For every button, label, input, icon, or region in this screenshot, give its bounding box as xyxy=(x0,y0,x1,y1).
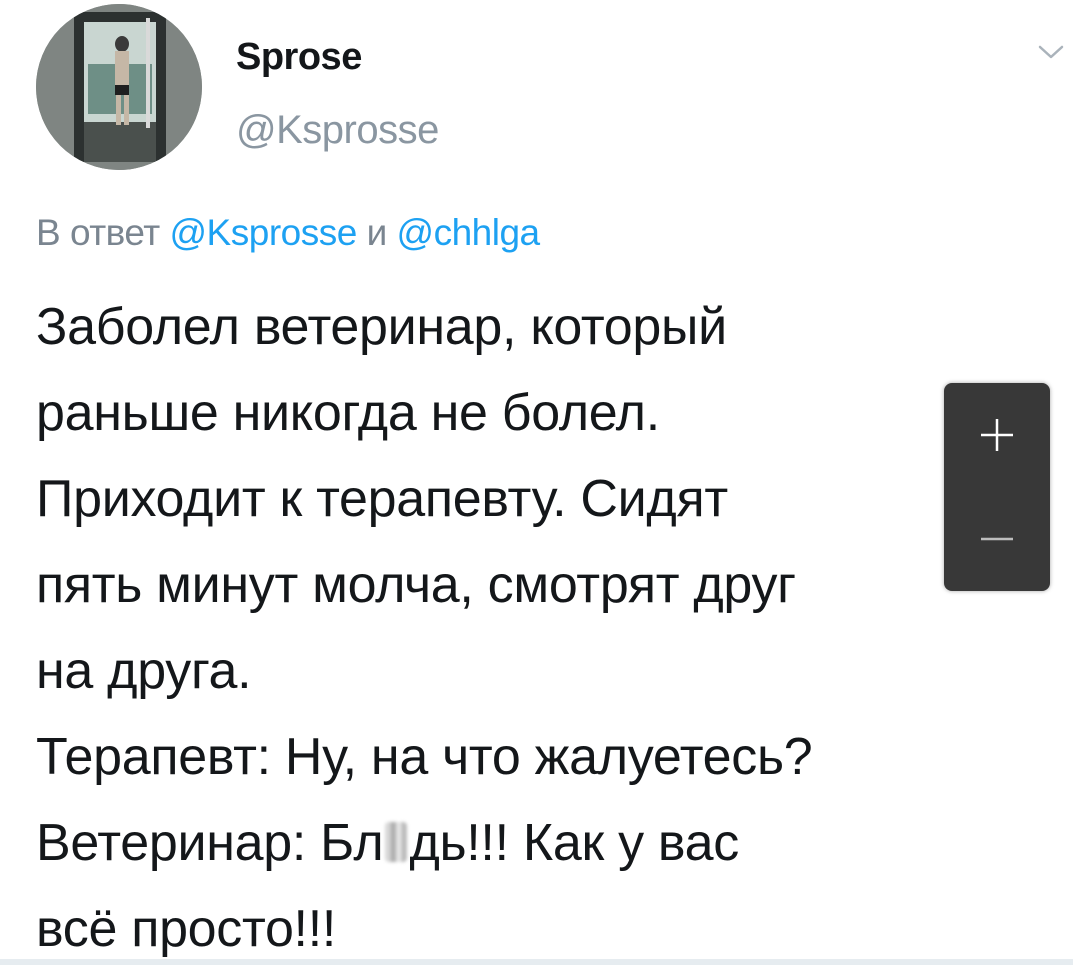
avatar-image xyxy=(36,4,202,170)
plus-icon xyxy=(981,419,1013,451)
reply-conjunction: и xyxy=(366,212,388,253)
avatar[interactable] xyxy=(36,4,202,170)
tweet-text-after-censor: дь!!! Как у вас xyxy=(409,814,739,872)
reply-mention-ksprosse[interactable]: @Ksprosse xyxy=(170,212,358,253)
divider xyxy=(0,959,1073,965)
reply-context: В ответ @Ksprosse и @chhlga xyxy=(36,212,540,254)
tweet-text-before-censor: Ветеринар: Бл xyxy=(36,814,384,872)
zoom-out-button[interactable] xyxy=(944,487,1050,591)
reply-prefix: В ответ xyxy=(36,212,160,253)
tweet-line: на друга. xyxy=(36,642,252,700)
reply-mention-chhlga[interactable]: @chhlga xyxy=(397,212,541,253)
tweet-line: пять минут молча, смотрят друг xyxy=(36,556,796,614)
minus-icon xyxy=(981,537,1013,541)
zoom-controls xyxy=(944,383,1050,591)
tweet-text: Заболел ветеринар, который раньше никогд… xyxy=(36,284,1066,972)
tweet-line: Заболел ветеринар, который xyxy=(36,298,727,356)
author-display-name[interactable]: Sprose xyxy=(236,36,362,79)
censor-blur xyxy=(385,822,408,862)
tweet-line: Приходит к терапевту. Сидят xyxy=(36,470,728,528)
chevron-down-icon[interactable] xyxy=(1036,40,1066,64)
zoom-in-button[interactable] xyxy=(944,383,1050,487)
tweet-card: Sprose @Ksprosse В ответ @Ksprosse и @ch… xyxy=(0,0,1073,965)
tweet-line: раньше никогда не болел. xyxy=(36,384,660,442)
tweet-line-censored: Ветеринар: Бл дь!!! Как у вас xyxy=(36,800,1066,886)
tweet-line: Терапевт: Ну, на что жалуетесь? xyxy=(36,728,813,786)
author-handle[interactable]: @Ksprosse xyxy=(236,108,439,153)
